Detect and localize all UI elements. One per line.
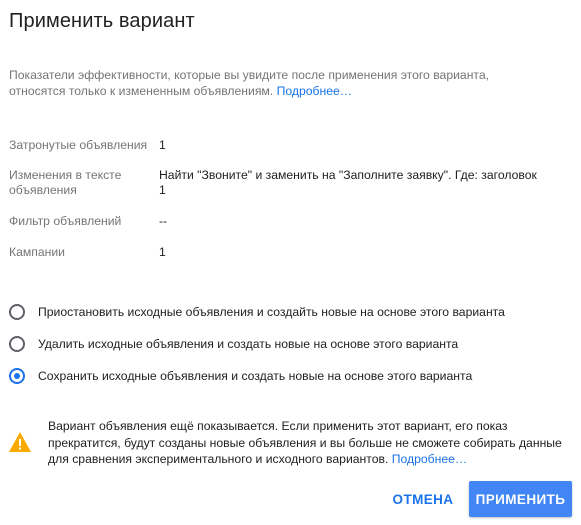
property-value: 1 bbox=[159, 138, 166, 152]
property-value: Найти "Звоните" и заменить на "Заполните… bbox=[159, 168, 537, 197]
radio-button[interactable] bbox=[9, 304, 25, 320]
property-label: Изменения в тексте объявления bbox=[9, 168, 122, 197]
description-text: Показатели эффективности, которые вы уви… bbox=[9, 68, 490, 98]
warning-icon bbox=[9, 432, 31, 452]
radio-button-selected[interactable] bbox=[9, 368, 25, 384]
dialog-description: Показатели эффективности, которые вы уви… bbox=[9, 67, 539, 99]
warning-message: Вариант объявления ещё показывается. Есл… bbox=[48, 418, 568, 468]
warning-text: Вариант объявления ещё показывается. Есл… bbox=[48, 419, 562, 466]
property-value: -- bbox=[159, 214, 168, 228]
option-keep-originals[interactable]: Сохранить исходные объявления и создать … bbox=[9, 364, 569, 388]
warning-learn-more-link[interactable]: Подробнее… bbox=[392, 452, 467, 466]
dialog-title: Применить вариант bbox=[9, 10, 195, 32]
apply-button[interactable]: ПРИМЕНИТЬ bbox=[469, 481, 572, 517]
option-label: Сохранить исходные объявления и создать … bbox=[38, 369, 473, 383]
radio-button[interactable] bbox=[9, 336, 25, 352]
property-label: Кампании bbox=[9, 245, 65, 259]
learn-more-link[interactable]: Подробнее… bbox=[277, 84, 352, 98]
property-label: Затронутые объявления bbox=[9, 138, 148, 152]
option-remove-originals[interactable]: Удалить исходные объявления и создать но… bbox=[9, 332, 569, 356]
option-label: Приостановить исходные объявления и созд… bbox=[38, 305, 505, 319]
cancel-button[interactable]: ОТМЕНА bbox=[387, 481, 459, 517]
option-pause-originals[interactable]: Приостановить исходные объявления и созд… bbox=[9, 300, 569, 324]
option-label: Удалить исходные объявления и создать но… bbox=[38, 337, 459, 351]
property-label: Фильтр объявлений bbox=[9, 214, 122, 228]
property-value: 1 bbox=[159, 245, 166, 259]
